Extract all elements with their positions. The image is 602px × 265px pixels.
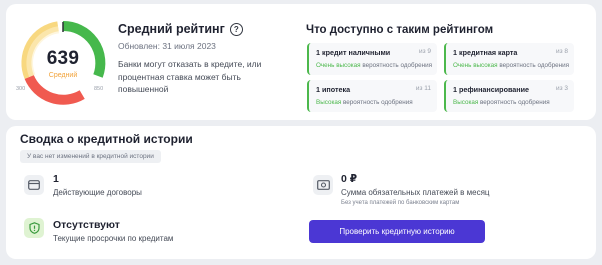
available-title: Что доступно с таким рейтингом — [306, 24, 494, 36]
shield-icon — [24, 218, 44, 238]
tile-probability: Высокая вероятность одобрения — [316, 99, 431, 106]
payments-label: Сумма обязательных платежей в месяц — [341, 188, 490, 197]
rating-gauge: 639 Средний 300 850 — [16, 18, 108, 108]
tile-name: 1 кредит наличными — [316, 48, 391, 57]
rating-title: Средний рейтинг ? — [118, 22, 243, 36]
tile-name: 1 ипотека — [316, 85, 351, 94]
probability-level: Высокая — [316, 99, 342, 106]
overdue-value: Отсутствуют — [53, 219, 120, 231]
tile-count: из 11 — [415, 85, 431, 92]
contracts-value: 1 — [53, 173, 59, 185]
cash-icon — [313, 175, 333, 195]
contract-icon — [24, 175, 44, 195]
probability-text: вероятность одобрения — [360, 62, 433, 69]
tile-count: из 8 — [555, 48, 568, 55]
contracts-label: Действующие договоры — [53, 188, 142, 197]
tile-probability: Очень высокая вероятность одобрения — [453, 62, 570, 69]
rating-updated: Обновлен: 31 июля 2023 — [118, 41, 216, 51]
tile-refinancing[interactable]: 1 рефинансирование из 3 Высокая вероятно… — [444, 80, 574, 112]
no-changes-badge: У вас нет изменений в кредитной истории — [20, 150, 161, 163]
tile-name: 1 кредитная карта — [453, 48, 518, 57]
tile-count: из 3 — [555, 85, 568, 92]
gauge-tick-max: 850 — [94, 86, 104, 92]
check-credit-history-button[interactable]: Проверить кредитную историю — [309, 220, 485, 243]
rating-score: 639 — [46, 48, 80, 69]
overdue-label: Текущие просрочки по кредитам — [53, 234, 174, 243]
tile-credit-card[interactable]: 1 кредитная карта из 8 Очень высокая вер… — [444, 43, 574, 75]
probability-level: Очень высокая — [453, 62, 498, 69]
rating-title-text: Средний рейтинг — [118, 22, 225, 36]
help-icon[interactable]: ? — [229, 22, 243, 36]
tile-cash-loan[interactable]: 1 кредит наличными из 9 Очень высокая ве… — [307, 43, 437, 75]
rating-description: Банки могут отказать в кредите, или проц… — [118, 59, 262, 94]
payments-value: 0 ₽ — [341, 173, 358, 185]
tile-probability: Высокая вероятность одобрения — [453, 99, 568, 106]
tile-probability: Очень высокая вероятность одобрения — [316, 62, 433, 69]
probability-text: вероятность одобрения — [497, 62, 570, 69]
payments-note: Без учета платежей по банковским картам — [341, 200, 460, 206]
history-title: Сводка о кредитной истории — [20, 132, 193, 146]
probability-level: Высокая — [453, 99, 479, 106]
tile-mortgage[interactable]: 1 ипотека из 11 Высокая вероятность одоб… — [307, 80, 437, 112]
probability-text: вероятность одобрения — [341, 99, 413, 106]
tile-name: 1 рефинансирование — [453, 85, 530, 94]
gauge-tick-min: 300 — [16, 86, 26, 92]
tile-count: из 9 — [418, 48, 431, 55]
rating-score-label: Средний — [48, 72, 78, 79]
probability-text: вероятность одобрения — [478, 99, 550, 106]
probability-level: Очень высокая — [316, 62, 361, 69]
